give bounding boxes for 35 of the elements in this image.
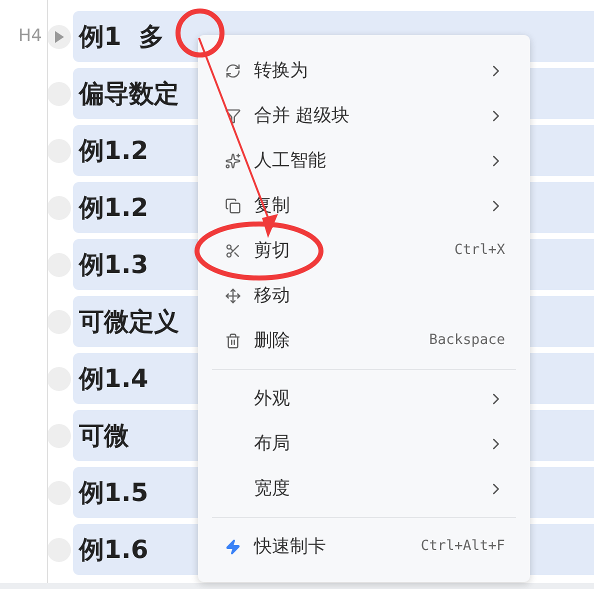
heading-text: 例1.5	[79, 476, 148, 509]
heading-text: 例1.2	[79, 134, 148, 167]
heading-text: 例1.3	[79, 248, 148, 281]
move-icon	[225, 288, 241, 304]
menu-item[interactable]: 人工智能	[208, 138, 520, 183]
menu-item[interactable]: 删除 Backspace	[208, 318, 520, 363]
heading-text: 可微	[79, 420, 129, 452]
copy-icon	[225, 198, 241, 214]
heading-text: 例1.4	[79, 362, 148, 395]
sparkles-icon	[225, 152, 241, 168]
refresh-icon	[225, 62, 241, 78]
menu-item[interactable]: 合并 超级块	[208, 93, 520, 138]
heading-level-label: H4	[18, 24, 42, 48]
menu-item[interactable]: 布局	[208, 421, 520, 466]
menu-item[interactable]: 宽度	[208, 466, 520, 511]
shortcut-label: Ctrl+X	[454, 241, 505, 260]
menu-item[interactable]: 移动	[208, 273, 520, 318]
heading-text: 可微定义	[79, 306, 179, 338]
heading-text: 偏导数定	[79, 78, 179, 110]
heading-text: 例1.2	[79, 192, 148, 224]
highlight-circle	[176, 8, 224, 58]
caret-icon	[54, 30, 64, 42]
shortcut-label: Ctrl+Alt+F	[420, 537, 505, 556]
heading-text: 例1 多	[79, 20, 164, 53]
lightning-icon	[225, 538, 241, 554]
funnel-icon	[225, 108, 241, 124]
menu-item[interactable]: 外观	[208, 376, 520, 421]
menu-item[interactable]: 快速制卡 Ctrl+Alt+F	[208, 524, 520, 569]
heading-text: 例1.6	[79, 534, 148, 566]
menu-item[interactable]: 剪切 Ctrl+X	[208, 228, 520, 273]
collapse-toggle[interactable]	[47, 24, 71, 48]
trash-icon	[225, 332, 241, 348]
scissors-icon	[225, 242, 241, 258]
menu-item[interactable]: 转换为	[208, 48, 520, 93]
shortcut-label: Backspace	[429, 331, 505, 350]
